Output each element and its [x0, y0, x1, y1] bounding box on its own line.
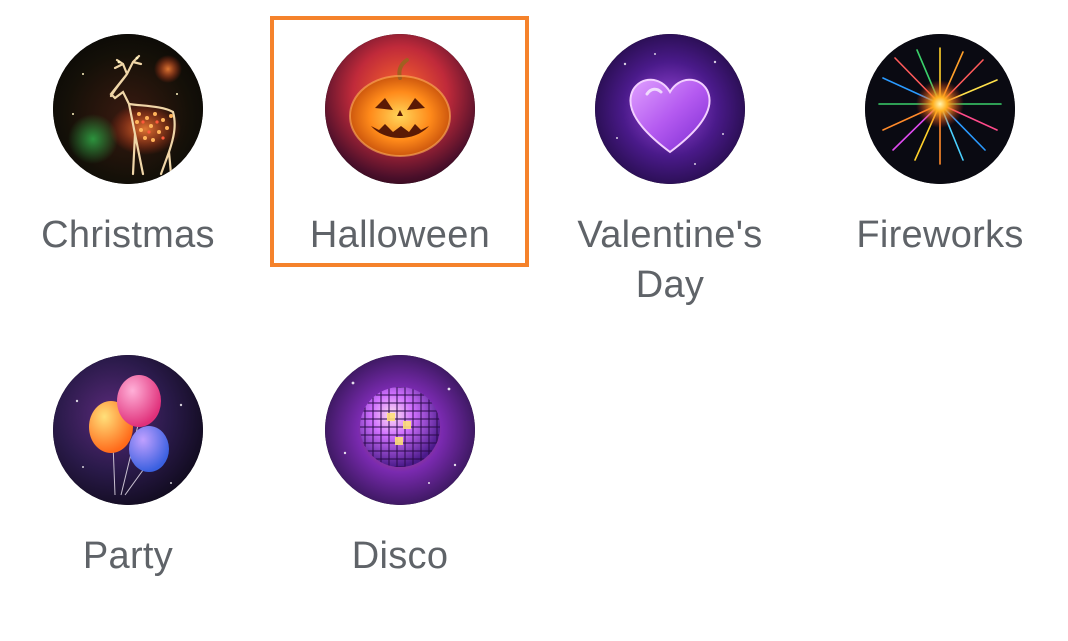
- jack-o-lantern-icon: [325, 34, 475, 184]
- effect-label-party: Party: [82, 535, 174, 577]
- glowing-heart-icon: [595, 34, 745, 184]
- effect-label-disco: Disco: [351, 535, 449, 577]
- balloons-icon: [53, 355, 203, 505]
- effects-grid: Christmas Halloween Valentine's Day Fire…: [0, 0, 1068, 641]
- disco-ball-icon: [325, 355, 475, 505]
- effect-label-halloween: Halloween: [309, 214, 491, 256]
- effect-label-christmas: Christmas: [41, 214, 215, 256]
- effect-label-fireworks: Fireworks: [856, 214, 1024, 256]
- effect-label-valentines: Valentine's Day: [577, 214, 763, 306]
- reindeer-lights-icon: [53, 34, 203, 184]
- firework-burst-icon: [865, 34, 1015, 184]
